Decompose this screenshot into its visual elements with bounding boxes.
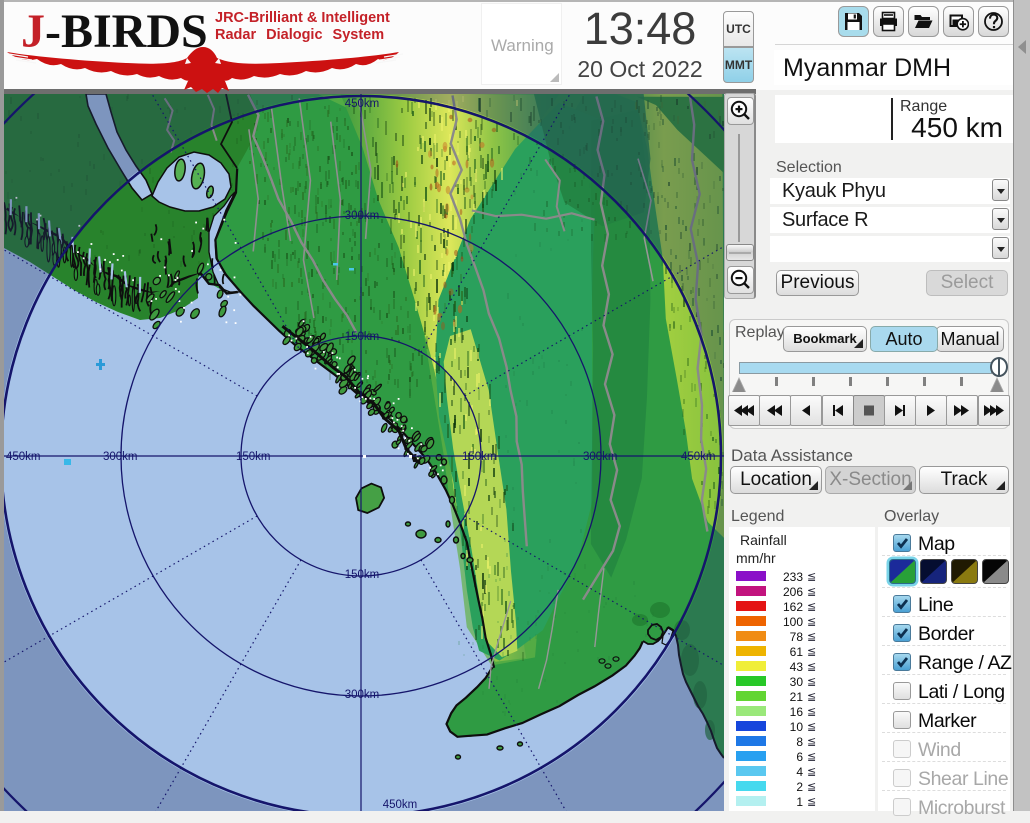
svg-text:150km: 150km <box>345 331 380 343</box>
svg-text:150km: 150km <box>345 569 380 581</box>
svg-text:300km: 300km <box>583 451 618 463</box>
svg-text:150km: 150km <box>462 451 497 463</box>
svg-text:450km: 450km <box>383 799 418 811</box>
svg-text:450km: 450km <box>681 451 716 463</box>
svg-text:150km: 150km <box>236 451 271 463</box>
svg-text:300km: 300km <box>345 210 380 222</box>
svg-text:300km: 300km <box>103 451 138 463</box>
svg-text:450km: 450km <box>6 451 41 463</box>
svg-text:450km: 450km <box>345 98 380 110</box>
svg-text:300km: 300km <box>345 689 380 701</box>
